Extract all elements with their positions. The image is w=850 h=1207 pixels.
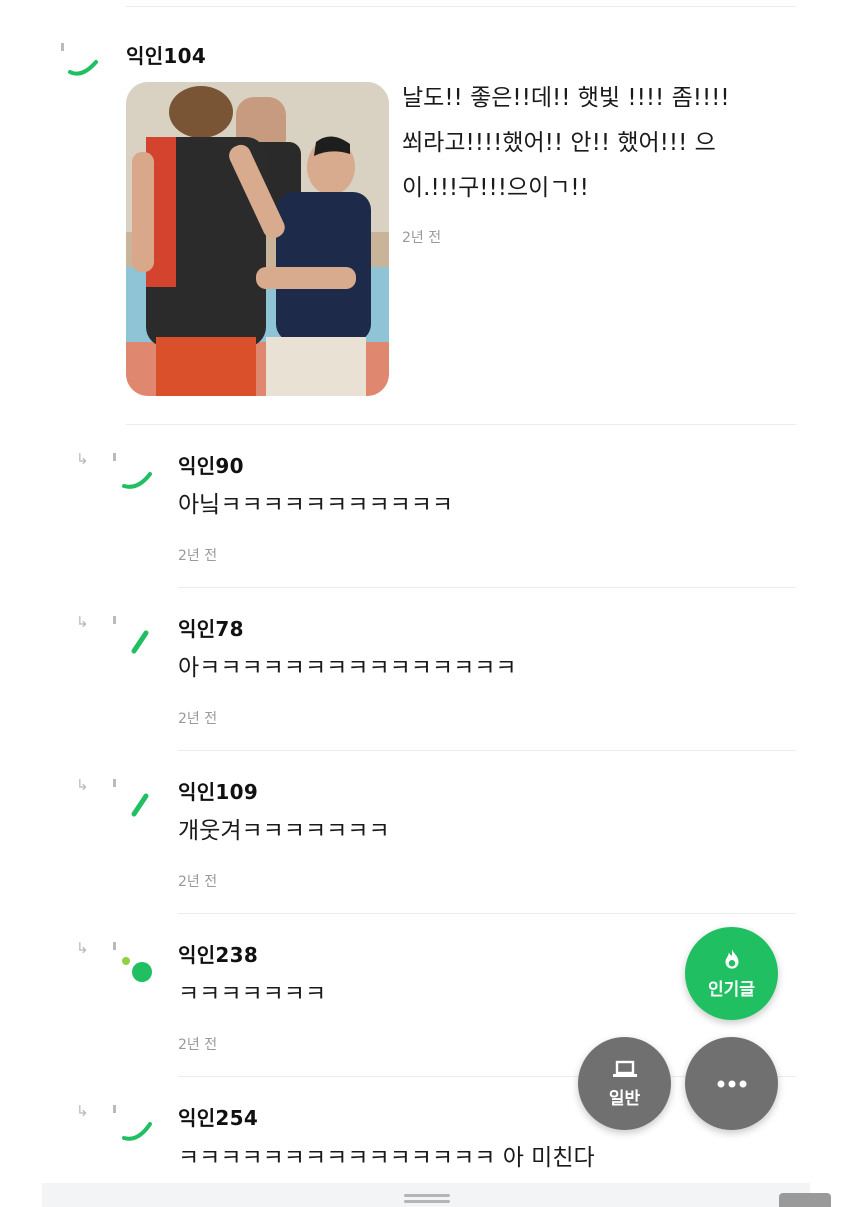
reply-arrow-icon: ↳ (76, 450, 89, 468)
comment-time: 2년 전 (178, 1037, 218, 1053)
comment-author[interactable]: 익인104 (126, 40, 206, 69)
comment-author[interactable]: 익인238 (178, 939, 258, 968)
comment-text: 아ㅋㅋㅋㅋㅋㅋㅋㅋㅋㅋㅋㅋㅋㅋㅋ (178, 655, 517, 681)
comment-time: 2년 전 (178, 874, 218, 890)
avatar-icon (113, 779, 149, 817)
comment-text-line: 쐬라고!!!!했어!! 안!! 했어!!! 으 (402, 130, 716, 156)
laptop-icon (612, 1060, 637, 1077)
avatar-icon (113, 1105, 152, 1141)
top-divider (126, 6, 796, 7)
drag-handle-icon[interactable] (404, 1194, 450, 1197)
popular-posts-label: 인기글 (708, 980, 755, 1000)
comment-divider (126, 424, 796, 425)
comment-text: ㅋㅋㅋㅋㅋㅋㅋ (178, 981, 327, 1007)
comment-author[interactable]: 익인254 (178, 1102, 258, 1131)
reply-arrow-icon: ↳ (76, 776, 89, 794)
avatar-icon (113, 616, 149, 654)
comment-author[interactable]: 익인109 (178, 776, 258, 805)
comment-text: 아닠ㅋㅋㅋㅋㅋㅋㅋㅋㅋㅋㅋ (178, 492, 454, 518)
volleyball-photo-illustration (126, 82, 389, 396)
comment-time: 2년 전 (402, 230, 442, 246)
comment-text-line: 날도!! 좋은!!데!! 햇빛 !!!! 좀!!!! (402, 85, 730, 111)
avatar-icon (61, 43, 98, 76)
popular-posts-button[interactable]: 인기글 (685, 927, 778, 1020)
reply-arrow-icon: ↳ (76, 1102, 89, 1120)
reply-arrow-icon: ↳ (76, 613, 89, 631)
comment-author[interactable]: 익인78 (178, 613, 244, 642)
comment-divider (178, 913, 796, 914)
drag-handle-line (404, 1200, 450, 1203)
reply-arrow-icon: ↳ (76, 939, 89, 957)
comment-text: 개웃겨ㅋㅋㅋㅋㅋㅋㅋ (178, 818, 390, 844)
avatar-icon (113, 942, 152, 982)
more-dots-icon (717, 1080, 746, 1087)
comment-divider (178, 750, 796, 751)
general-board-button[interactable]: 일반 (578, 1037, 671, 1130)
comment-text-line: 이.!!!구!!!으이ㄱ!! (402, 175, 589, 201)
comment-text: ㅋㅋㅋㅋㅋㅋㅋㅋㅋㅋㅋㅋㅋㅋㅋ 아 미친다 (178, 1145, 595, 1171)
comment-time: 2년 전 (178, 711, 218, 727)
comment-time: 2년 전 (178, 548, 218, 564)
comment-author[interactable]: 익인90 (178, 450, 244, 479)
flame-icon (725, 949, 738, 969)
general-board-label: 일반 (608, 1089, 641, 1109)
comment-photo[interactable] (126, 82, 389, 396)
scroll-top-button[interactable] (779, 1193, 831, 1207)
more-options-button[interactable] (685, 1037, 778, 1130)
avatar-icon (113, 453, 152, 489)
comment-divider (178, 587, 796, 588)
